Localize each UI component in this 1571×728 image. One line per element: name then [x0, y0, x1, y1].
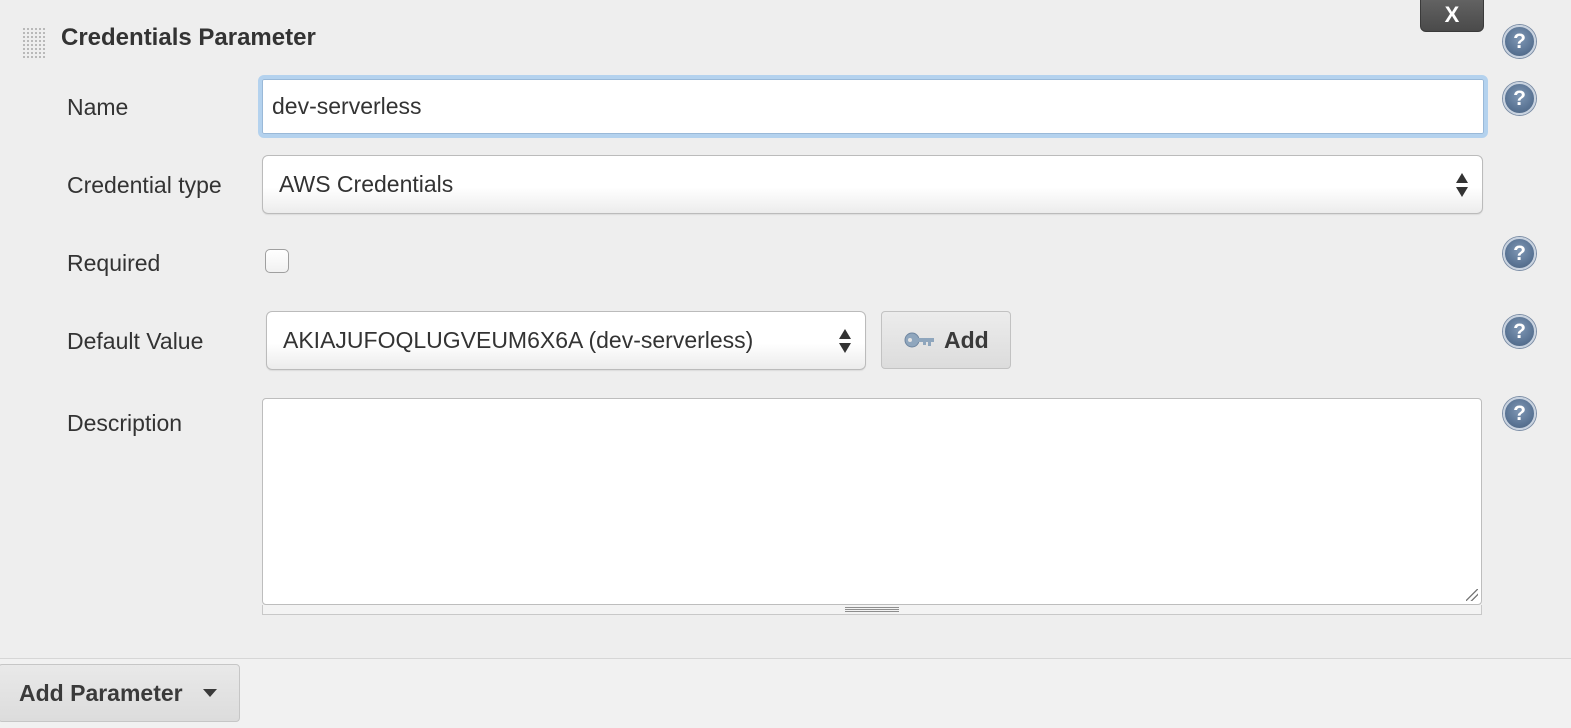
help-icon-glyph: ? [1513, 319, 1526, 343]
add-parameter-button[interactable]: Add Parameter [0, 664, 240, 722]
help-icon[interactable]: ? [1503, 82, 1536, 115]
help-icon[interactable]: ? [1503, 25, 1536, 58]
close-button[interactable]: X [1420, 0, 1484, 32]
select-arrows-icon [839, 328, 851, 354]
name-label: Name [67, 94, 129, 120]
drag-handle-icon[interactable] [21, 26, 46, 58]
textarea-grip[interactable] [262, 605, 1482, 615]
add-parameter-label: Add Parameter [19, 679, 183, 706]
help-icon[interactable]: ? [1503, 315, 1536, 348]
credential-type-label: Credential type [67, 172, 222, 198]
required-checkbox[interactable] [265, 249, 289, 273]
caret-down-icon [202, 689, 217, 697]
resize-handle-icon[interactable] [1466, 589, 1478, 601]
default-value-select[interactable]: AKIAJUFOQLUGVEUM6X6A (dev-serverless) [266, 311, 866, 370]
required-label: Required [67, 250, 161, 276]
help-icon-glyph: ? [1513, 29, 1526, 53]
help-icon-glyph: ? [1513, 401, 1526, 425]
description-textarea[interactable] [262, 398, 1482, 605]
help-icon-glyph: ? [1513, 241, 1526, 265]
default-value-selected: AKIAJUFOQLUGVEUM6X6A (dev-serverless) [283, 327, 754, 353]
description-label: Description [67, 410, 183, 436]
help-icon-glyph: ? [1513, 86, 1526, 110]
select-arrows-icon [1456, 172, 1468, 198]
add-credential-button[interactable]: Add [881, 311, 1011, 369]
section-title: Credentials Parameter [61, 24, 316, 51]
key-icon [904, 332, 934, 348]
credential-type-select[interactable]: AWS Credentials [262, 155, 1483, 214]
add-credential-label: Add [944, 326, 989, 353]
name-input[interactable] [258, 75, 1488, 138]
help-icon[interactable]: ? [1503, 397, 1536, 430]
close-icon: X [1444, 2, 1460, 27]
credential-type-value: AWS Credentials [279, 171, 454, 197]
help-icon[interactable]: ? [1503, 237, 1536, 270]
grip-lines-icon [845, 607, 899, 612]
default-value-label: Default Value [67, 328, 204, 354]
